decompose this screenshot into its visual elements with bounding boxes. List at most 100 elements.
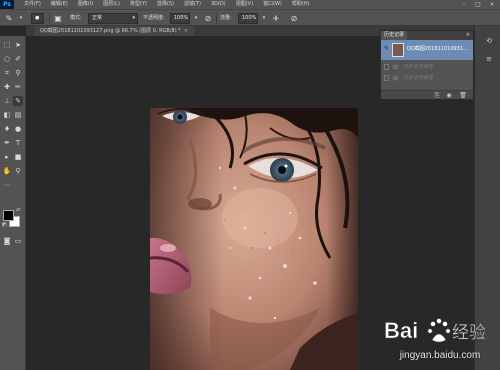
baidu-logo: Bai 经验 bbox=[384, 318, 487, 344]
opacity-label: 不透明度: bbox=[143, 15, 165, 21]
default-colors-icon[interactable]: ◩ bbox=[2, 222, 8, 228]
close-button[interactable]: × bbox=[488, 1, 496, 8]
eyedropper-tool-icon[interactable]: ⚲ bbox=[13, 68, 23, 78]
opacity-value: 100% bbox=[174, 15, 189, 21]
healing-brush-tool-icon[interactable]: ✚ bbox=[2, 82, 12, 92]
trash-icon[interactable]: 🗑 bbox=[459, 92, 467, 99]
menu-bar: Ps 文件(F) 编辑(E) 图像(I) 图层(L) 类型(Y) 选择(S) 滤… bbox=[0, 0, 500, 9]
separator bbox=[49, 13, 50, 24]
mode-value: 正常 bbox=[92, 15, 103, 21]
brush-panel-toggle-icon[interactable]: ▣ bbox=[52, 13, 64, 24]
minimize-button[interactable]: – bbox=[460, 1, 468, 8]
flow-slider-chevron-icon[interactable]: ▾ bbox=[258, 13, 270, 24]
pressure-opacity-icon[interactable]: ⊘ bbox=[202, 13, 214, 24]
history-state[interactable]: 历史记录画笔 bbox=[381, 62, 473, 72]
separator bbox=[216, 13, 217, 24]
flow-input[interactable]: 100% bbox=[238, 13, 258, 24]
menu-select[interactable]: 选择(S) bbox=[157, 0, 174, 9]
photoshop-logo: Ps bbox=[0, 0, 14, 9]
path-selection-tool-icon[interactable]: ▸ bbox=[2, 152, 12, 162]
menu-image[interactable]: 图像(I) bbox=[78, 0, 93, 9]
menu-window[interactable]: 窗口(W) bbox=[263, 0, 282, 9]
shape-tool-icon[interactable]: ■ bbox=[13, 152, 23, 162]
photoshop-window: Ps 文件(F) 编辑(E) 图像(I) 图层(L) 类型(Y) 选择(S) 滤… bbox=[0, 0, 500, 370]
close-tab-icon[interactable]: × bbox=[184, 28, 188, 34]
history-state-label: 历史记录画笔 bbox=[403, 75, 434, 81]
history-panel-footer: ⎘ ◉ 🗑 bbox=[381, 90, 473, 99]
menu-type[interactable]: 类型(Y) bbox=[130, 0, 147, 9]
history-state-icon bbox=[392, 75, 399, 81]
menu-layer[interactable]: 图层(L) bbox=[103, 0, 120, 9]
lasso-tool-icon[interactable]: ○ bbox=[2, 54, 12, 64]
document-tab[interactable]: QQ截图20181101093127.png @ 66.7% (图层 0, RG… bbox=[34, 26, 194, 36]
panel-menu-icon[interactable]: ≡ bbox=[466, 31, 470, 40]
maximize-button[interactable]: □ bbox=[474, 1, 482, 8]
mode-label: 模式: bbox=[70, 15, 82, 21]
watermark-url: jingyan.baidu.com bbox=[399, 350, 481, 361]
zoom-tool-icon[interactable]: ⚲ bbox=[13, 166, 23, 176]
history-state-icon bbox=[392, 64, 399, 70]
history-tab[interactable]: 历史记录 bbox=[381, 31, 408, 40]
history-panel-header: 历史记录 bbox=[381, 31, 473, 40]
move-tool-icon[interactable]: ➤ bbox=[13, 40, 23, 50]
snapshot-thumbnail bbox=[392, 43, 404, 57]
create-snapshot-icon[interactable]: ◉ bbox=[445, 92, 453, 99]
history-snapshot[interactable]: ✎ QQ截图201811010931... bbox=[381, 40, 473, 60]
screen-mode-icon[interactable]: ▭ bbox=[13, 236, 23, 246]
history-source-checkbox[interactable] bbox=[384, 75, 389, 81]
pressure-size-icon[interactable]: ⊘ bbox=[288, 13, 300, 24]
history-state[interactable]: 历史记录画笔 bbox=[381, 73, 473, 83]
history-state-label: 历史记录画笔 bbox=[403, 64, 434, 70]
baidu-jingyan-watermark: Bai 经验 jingyan.baidu.com bbox=[382, 312, 498, 370]
menu-3d[interactable]: 3D(D) bbox=[211, 0, 226, 9]
window-controls: – □ × bbox=[460, 1, 496, 8]
dodge-tool-icon[interactable]: ● bbox=[13, 124, 23, 134]
type-tool-icon[interactable]: T bbox=[13, 138, 23, 148]
menu-view[interactable]: 视图(V) bbox=[236, 0, 253, 9]
menu-edit[interactable]: 编辑(E) bbox=[51, 0, 68, 9]
svg-text:经验: 经验 bbox=[452, 323, 486, 343]
gradient-tool-icon[interactable]: ▤ bbox=[13, 110, 23, 120]
brush-tool-icon[interactable]: ✏ bbox=[13, 82, 23, 92]
chevron-down-icon: ▾ bbox=[132, 15, 135, 21]
history-panel-icon[interactable]: ⟲ bbox=[484, 36, 494, 46]
swap-colors-icon[interactable]: ⇄ bbox=[16, 207, 22, 213]
portrait-photo bbox=[150, 108, 358, 370]
quick-selection-tool-icon[interactable]: ✐ bbox=[13, 54, 23, 64]
properties-panel-icon[interactable]: ≡ bbox=[484, 54, 494, 64]
airbrush-icon[interactable]: ✈ bbox=[270, 13, 282, 24]
opacity-input[interactable]: 100% bbox=[170, 13, 190, 24]
svg-text:Bai: Bai bbox=[384, 318, 418, 343]
document-tab-title: QQ截图20181101093127.png @ 66.7% (图层 0, RG… bbox=[40, 28, 181, 34]
menu-file[interactable]: 文件(F) bbox=[24, 0, 41, 9]
blur-tool-icon[interactable]: ♦ bbox=[2, 124, 12, 134]
mode-select[interactable]: 正常 ▾ bbox=[88, 13, 138, 24]
tool-preset-chevron-icon[interactable]: ▾ bbox=[15, 13, 27, 24]
history-brush-tool-icon[interactable]: ✎ bbox=[3, 13, 15, 24]
history-brush-tool-icon[interactable]: ✎ bbox=[13, 96, 23, 106]
history-source-checkbox[interactable] bbox=[384, 64, 389, 70]
options-bar: ✎ ▾ ● ▣ 模式: 正常 ▾ 不透明度: 100% ▾ ⊘ 流量: 100%… bbox=[0, 9, 500, 26]
flow-label: 流量: bbox=[220, 15, 232, 21]
snapshot-label: QQ截图201811010931... bbox=[407, 46, 468, 52]
rectangular-marquee-tool-icon[interactable]: ⬚ bbox=[2, 40, 12, 50]
flow-value: 100% bbox=[242, 15, 257, 21]
history-brush-source-icon[interactable]: ✎ bbox=[384, 45, 390, 53]
menu-filter[interactable]: 滤镜(T) bbox=[184, 0, 201, 9]
quick-mask-icon[interactable]: ◙ bbox=[2, 236, 12, 246]
pen-tool-icon[interactable]: ✒ bbox=[2, 138, 12, 148]
document-image[interactable] bbox=[150, 108, 358, 370]
history-panel: 历史记录 ≡ ✎ QQ截图201811010931... 历史记录画笔 历史记录… bbox=[380, 30, 474, 100]
tools-panel: ⬚ ➤ ○ ✐ ⌗ ⚲ ✚ ✏ ⊥ ✎ ◧ ▤ ♦ ● ✒ T ▸ ■ ✋ ⚲ … bbox=[0, 36, 26, 370]
foreground-color-swatch[interactable] bbox=[3, 210, 14, 221]
new-document-from-state-icon[interactable]: ⎘ bbox=[433, 92, 441, 99]
opacity-slider-chevron-icon[interactable]: ▾ bbox=[190, 13, 202, 24]
hand-tool-icon[interactable]: ✋ bbox=[2, 166, 12, 176]
crop-tool-icon[interactable]: ⌗ bbox=[2, 68, 12, 78]
extra-tools-icon[interactable]: ⋯ bbox=[2, 180, 12, 190]
eraser-tool-icon[interactable]: ◧ bbox=[2, 110, 12, 120]
menu-help[interactable]: 帮助(H) bbox=[292, 0, 310, 9]
brush-size-picker[interactable]: ● bbox=[31, 13, 44, 24]
brush-tip-icon: ● bbox=[35, 15, 40, 21]
clone-stamp-tool-icon[interactable]: ⊥ bbox=[2, 96, 12, 106]
